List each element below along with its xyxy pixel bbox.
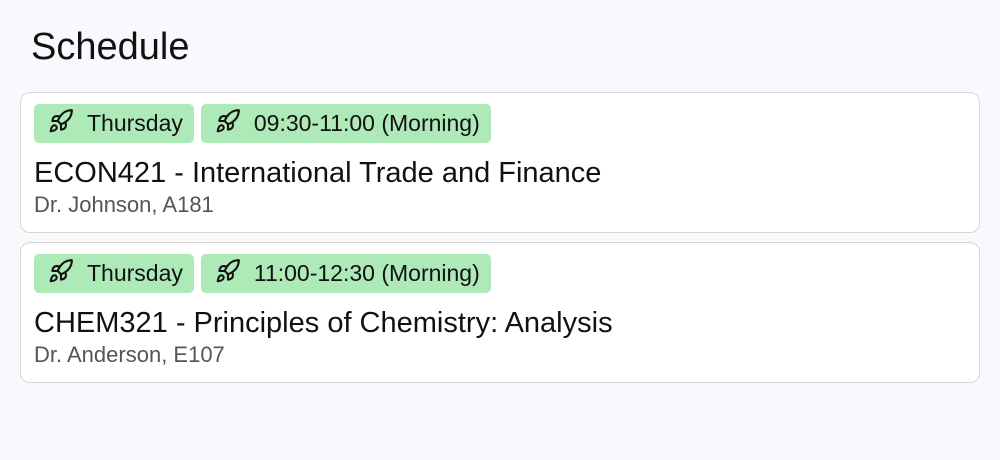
time-label: 11:00-12:30 (Morning) xyxy=(253,260,480,286)
day-label: Thursday xyxy=(87,110,183,136)
day-chip: Thursday xyxy=(34,254,194,293)
page-title: Schedule xyxy=(31,26,190,68)
chip-row: Thursday 09:30-11:00 (Morning) xyxy=(34,104,491,143)
course-title: CHEM321 - Principles of Chemistry: Analy… xyxy=(34,307,613,339)
time-label: 09:30-11:00 (Morning) xyxy=(253,110,480,136)
schedule-card[interactable]: Thursday 11:00-12:30 (Morning) CHEM321 -… xyxy=(20,242,980,383)
schedule-list: Thursday 09:30-11:00 (Morning) ECON421 -… xyxy=(20,92,980,392)
chip-row: Thursday 11:00-12:30 (Morning) xyxy=(34,254,491,293)
rocket-icon xyxy=(48,108,74,134)
course-details: Dr. Anderson, E107 xyxy=(34,342,225,367)
rocket-icon xyxy=(48,258,74,284)
rocket-icon xyxy=(215,108,241,134)
schedule-card[interactable]: Thursday 09:30-11:00 (Morning) ECON421 -… xyxy=(20,92,980,233)
course-details: Dr. Johnson, A181 xyxy=(34,192,214,217)
rocket-icon xyxy=(215,258,241,284)
day-label: Thursday xyxy=(87,260,183,286)
time-chip: 09:30-11:00 (Morning) xyxy=(200,104,491,143)
course-title: ECON421 - International Trade and Financ… xyxy=(34,157,602,189)
day-chip: Thursday xyxy=(34,104,194,143)
time-chip: 11:00-12:30 (Morning) xyxy=(200,254,491,293)
